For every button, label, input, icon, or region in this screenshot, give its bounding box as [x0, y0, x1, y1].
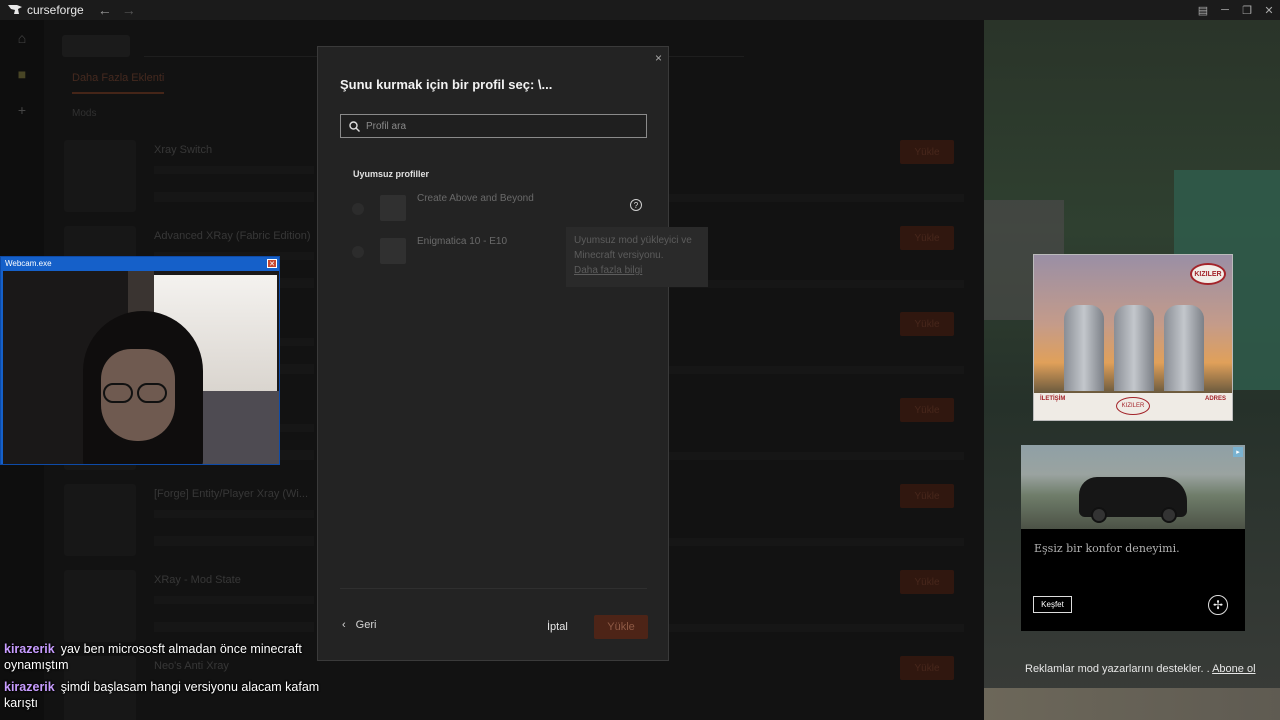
screen: curseforge ← → ▤ ─ ❐ ✕ ⌂ ■ + Daha Fazla …	[0, 0, 1280, 720]
install-button[interactable]: Yükle	[594, 615, 648, 639]
layout-icon[interactable]: ▤	[1192, 0, 1214, 20]
ad-info-icon[interactable]: ▸	[1233, 447, 1243, 457]
ad-tagline: Eşsiz bir konfor deneyimi.	[1034, 542, 1180, 555]
ad-footer-logo: KIZILER	[1116, 397, 1150, 415]
nav-arrows: ← →	[98, 2, 136, 18]
webcam-feed	[3, 271, 279, 464]
profile-radio	[352, 246, 364, 258]
footer-divider	[340, 588, 647, 589]
profile-select-dialog: × Şunu kurmak için bir profil seç: \... …	[317, 46, 708, 661]
restore-icon[interactable]: ❐	[1236, 0, 1258, 20]
ad-photo: KIZILER	[1034, 255, 1232, 393]
silo-shape	[1064, 305, 1104, 391]
profile-icon	[380, 238, 406, 264]
incompatible-tooltip: Uyumsuz mod yükleyici ve Minecraft versi…	[566, 227, 708, 287]
minimize-icon[interactable]: ─	[1214, 0, 1236, 20]
silo-shape	[1164, 305, 1204, 391]
profile-row: Create Above and Beyond ?	[348, 191, 648, 227]
ad-brand-logo: KIZILER	[1190, 263, 1226, 285]
wheel-shape	[1091, 507, 1107, 523]
car-ad[interactable]: ▸ Eşsiz bir konfor deneyimi. Keşfet ✢	[1021, 445, 1245, 631]
ads-support-note: Reklamlar mod yazarlarını destekler. . A…	[1025, 663, 1256, 675]
webcam-close-icon[interactable]: ✕	[267, 259, 277, 268]
ad-footer: İLETİŞİM KIZILER ADRES	[1034, 393, 1232, 420]
title-bar: curseforge ← → ▤ ─ ❐ ✕	[0, 0, 1280, 20]
ad-contact-label: İLETİŞİM	[1040, 396, 1066, 402]
chat-username: kirazerik	[4, 642, 55, 656]
profile-search[interactable]	[340, 114, 647, 138]
glasses-lens	[137, 383, 167, 403]
search-icon	[349, 120, 360, 132]
back-button[interactable]: ‹ Geri	[342, 619, 376, 631]
ad-cta-button[interactable]: Keşfet	[1033, 596, 1072, 613]
chevron-left-icon: ‹	[342, 619, 346, 631]
wheel-shape	[1161, 507, 1177, 523]
profile-search-input[interactable]	[366, 120, 626, 132]
back-label: Geri	[355, 619, 377, 631]
incompatible-profiles-label: Uyumsuz profiller	[353, 169, 430, 179]
close-dialog-icon[interactable]: ×	[655, 51, 662, 65]
cancel-button[interactable]: İptal	[547, 621, 568, 633]
support-text: Reklamlar mod yazarlarını destekler. .	[1025, 663, 1210, 675]
chat-username: kirazerik	[4, 680, 55, 694]
chat-message: kirazerik şimdi başlasam hangi versiyonu …	[4, 679, 344, 711]
help-icon[interactable]: ?	[630, 199, 642, 211]
chat-message: kirazerik yav ben micrososft almadan önce…	[4, 641, 344, 673]
ad-address-label: ADRES	[1204, 396, 1226, 402]
profile-name: Enigmatica 10 - E10	[417, 236, 508, 247]
subscribe-link[interactable]: Abone ol	[1212, 663, 1255, 675]
tooltip-line: Uyumsuz mod yükleyici ve	[574, 235, 692, 246]
ad-photo: ▸	[1021, 445, 1245, 529]
app-logo: curseforge	[8, 3, 84, 17]
app-name: curseforge	[27, 3, 84, 17]
silo-ad[interactable]: KIZILER İLETİŞİM KIZILER ADRES	[1033, 254, 1233, 421]
mercedes-logo-icon: ✢	[1208, 595, 1228, 615]
tooltip-line: Minecraft versiyonu.	[574, 250, 664, 261]
back-arrow-icon[interactable]: ←	[98, 2, 112, 18]
profile-icon	[380, 195, 406, 221]
stream-chat: kirazerik yav ben micrososft almadan önce…	[4, 641, 344, 717]
silo-shape	[1114, 305, 1154, 391]
learn-more-link[interactable]: Daha fazla bilgi	[574, 263, 700, 278]
webcam-title: Webcam.exe	[5, 259, 52, 268]
curseforge-icon	[8, 5, 22, 14]
window-controls: ▤ ─ ❐ ✕	[1192, 0, 1280, 20]
close-window-icon[interactable]: ✕	[1258, 0, 1280, 20]
webcam-window: Webcam.exe ✕	[0, 256, 280, 465]
glasses-lens	[103, 383, 133, 403]
bed	[193, 391, 279, 464]
profile-radio	[352, 203, 364, 215]
forward-arrow-icon[interactable]: →	[122, 2, 136, 18]
dialog-title: Şunu kurmak için bir profil seç: \...	[340, 77, 553, 92]
profile-name: Create Above and Beyond	[417, 193, 534, 204]
